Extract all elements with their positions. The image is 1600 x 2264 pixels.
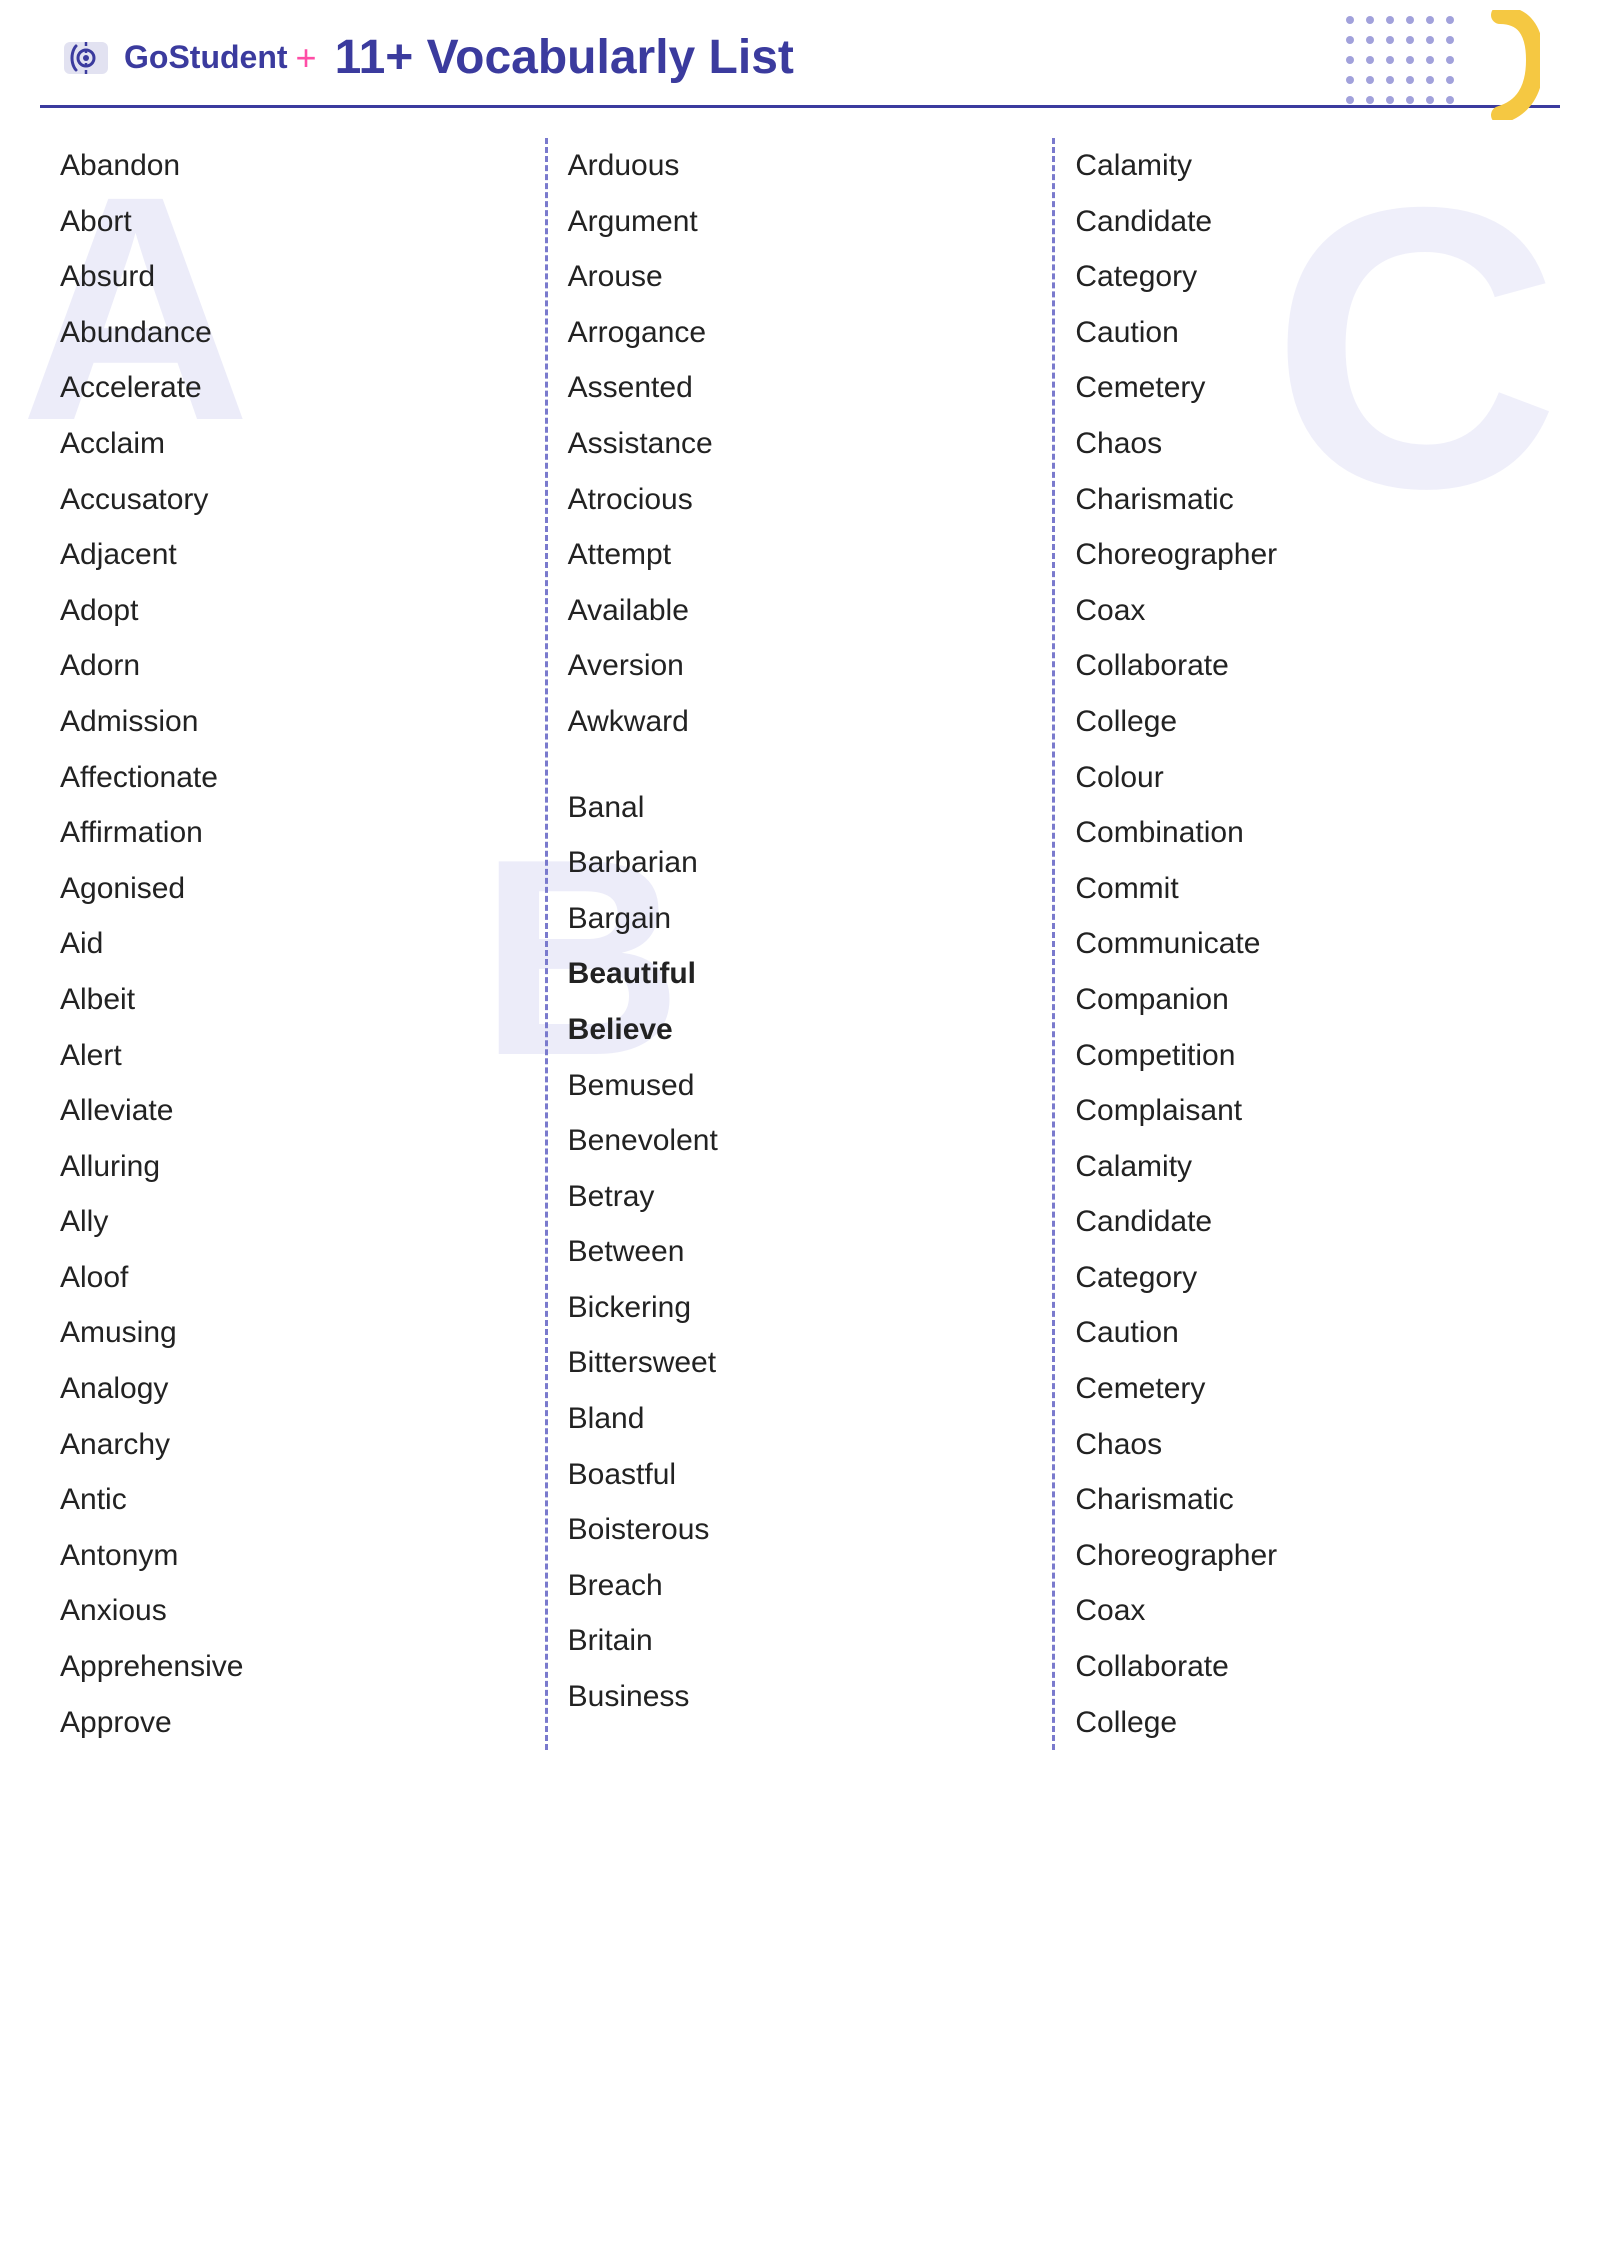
list-item: Benevolent <box>568 1113 1033 1169</box>
list-item: Breach <box>568 1558 1033 1614</box>
list-item: Alert <box>60 1028 525 1084</box>
plus-icon: + <box>296 37 317 79</box>
list-item: Chaos <box>1075 416 1540 472</box>
list-item: Candidate <box>1075 1194 1540 1250</box>
header-decoration <box>1340 10 1540 125</box>
list-item: Coax <box>1075 583 1540 639</box>
list-item: Admission <box>60 694 525 750</box>
list-item: Communicate <box>1075 916 1540 972</box>
list-item: Bland <box>568 1391 1033 1447</box>
list-item: Category <box>1075 249 1540 305</box>
list-item: Calamity <box>1075 138 1540 194</box>
logo-area: GoStudent <box>60 32 288 84</box>
list-item: Competition <box>1075 1028 1540 1084</box>
list-item: Atrocious <box>568 472 1033 528</box>
logo-icon <box>60 32 112 84</box>
list-item: Chaos <box>1075 1417 1540 1473</box>
list-item: Complaisant <box>1075 1083 1540 1139</box>
list-item: Banal <box>568 780 1033 836</box>
list-item: Coax <box>1075 1583 1540 1639</box>
list-item: Affectionate <box>60 750 525 806</box>
list-item: Barbarian <box>568 835 1033 891</box>
list-item: Adorn <box>60 638 525 694</box>
list-item: Collaborate <box>1075 638 1540 694</box>
list-item: Between <box>568 1224 1033 1280</box>
list-item: Accusatory <box>60 472 525 528</box>
list-item: Attempt <box>568 527 1033 583</box>
list-item: Adopt <box>60 583 525 639</box>
list-item: Cemetery <box>1075 360 1540 416</box>
list-item: Awkward <box>568 694 1033 750</box>
list-item: Alluring <box>60 1139 525 1195</box>
list-item: Companion <box>1075 972 1540 1028</box>
list-item: College <box>1075 694 1540 750</box>
list-item: Abundance <box>60 305 525 361</box>
list-item: Accelerate <box>60 360 525 416</box>
list-item: Collaborate <box>1075 1639 1540 1695</box>
list-item: Anxious <box>60 1583 525 1639</box>
list-item: Category <box>1075 1250 1540 1306</box>
list-item: Arduous <box>568 138 1033 194</box>
content-area: A B C AbandonAbortAbsurdAbundanceAcceler… <box>0 138 1600 1750</box>
list-item: Boisterous <box>568 1502 1033 1558</box>
list-item: Adjacent <box>60 527 525 583</box>
column-3: CalamityCandidateCategoryCautionCemetery… <box>1055 138 1560 1750</box>
list-item: Caution <box>1075 305 1540 361</box>
list-item: Antonym <box>60 1528 525 1584</box>
list-item: Affirmation <box>60 805 525 861</box>
list-item: Betray <box>568 1169 1033 1225</box>
header: GoStudent + 11+ Vocabularly List <box>0 0 1600 105</box>
list-item: Boastful <box>568 1447 1033 1503</box>
list-item: Antic <box>60 1472 525 1528</box>
list-item: Amusing <box>60 1305 525 1361</box>
list-item: Calamity <box>1075 1139 1540 1195</box>
list-item: Absurd <box>60 249 525 305</box>
list-item: Combination <box>1075 805 1540 861</box>
list-item: Caution <box>1075 1305 1540 1361</box>
list-item: Approve <box>60 1695 525 1751</box>
list-item: Apprehensive <box>60 1639 525 1695</box>
logo-text: GoStudent <box>124 39 288 76</box>
list-item: Commit <box>1075 861 1540 917</box>
list-item: Ally <box>60 1194 525 1250</box>
list-item: Britain <box>568 1613 1033 1669</box>
list-item: Acclaim <box>60 416 525 472</box>
list-item: Aid <box>60 916 525 972</box>
list-item: Aversion <box>568 638 1033 694</box>
list-item: Alleviate <box>60 1083 525 1139</box>
page-title: 11+ Vocabularly List <box>335 30 794 85</box>
list-item: Aloof <box>60 1250 525 1306</box>
column-1: AbandonAbortAbsurdAbundanceAccelerateAcc… <box>40 138 545 1750</box>
list-item: Agonised <box>60 861 525 917</box>
list-item: Abort <box>60 194 525 250</box>
list-item: Bemused <box>568 1058 1033 1114</box>
list-item: Choreographer <box>1075 527 1540 583</box>
list-item: Argument <box>568 194 1033 250</box>
list-item: Cemetery <box>1075 1361 1540 1417</box>
list-item: Anarchy <box>60 1417 525 1473</box>
list-item: Colour <box>1075 750 1540 806</box>
list-item: Business <box>568 1669 1033 1725</box>
list-item: Albeit <box>60 972 525 1028</box>
list-item: Bargain <box>568 891 1033 947</box>
list-item: Charismatic <box>1075 472 1540 528</box>
list-item: Analogy <box>60 1361 525 1417</box>
list-item: Charismatic <box>1075 1472 1540 1528</box>
list-item: Arouse <box>568 249 1033 305</box>
header-divider <box>40 105 1560 108</box>
list-item: Bickering <box>568 1280 1033 1336</box>
list-item: Bittersweet <box>568 1335 1033 1391</box>
list-item: Beautiful <box>568 946 1033 1002</box>
list-item: Choreographer <box>1075 1528 1540 1584</box>
list-item: Candidate <box>1075 194 1540 250</box>
column-2: ArduousArgumentArouseArroganceAssentedAs… <box>548 138 1053 1750</box>
list-item: Believe <box>568 1002 1033 1058</box>
list-item: Arrogance <box>568 305 1033 361</box>
list-item: College <box>1075 1695 1540 1751</box>
list-item: Assistance <box>568 416 1033 472</box>
list-item: Available <box>568 583 1033 639</box>
list-item: Abandon <box>60 138 525 194</box>
list-item: Assented <box>568 360 1033 416</box>
